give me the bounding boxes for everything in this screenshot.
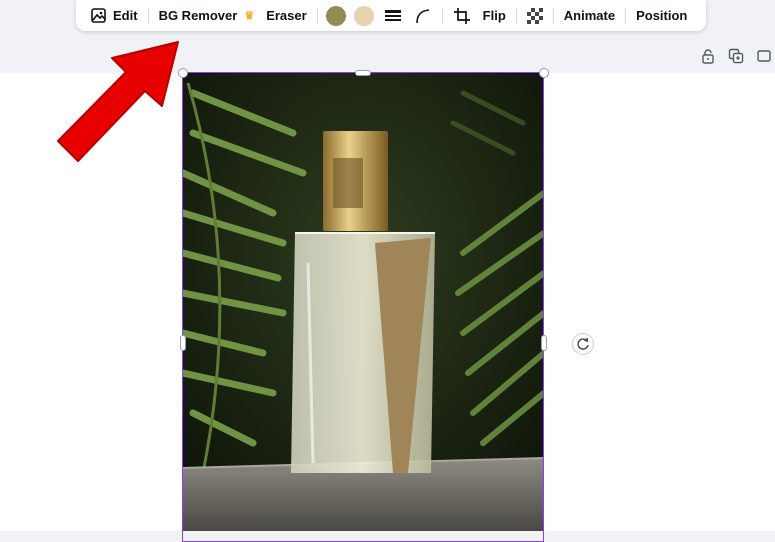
edit-button[interactable]: Edit xyxy=(84,3,144,29)
toolbar-divider xyxy=(625,7,627,24)
eraser-label: Eraser xyxy=(266,8,307,23)
flip-label: Flip xyxy=(482,8,506,23)
lock-icon[interactable] xyxy=(700,48,716,64)
duplicate-icon[interactable] xyxy=(728,48,744,64)
corner-rounding-icon xyxy=(415,8,429,23)
border-style-icon xyxy=(384,9,401,21)
color-swatch-beige[interactable] xyxy=(353,5,374,26)
animate-label: Animate xyxy=(563,8,616,23)
toolbar-divider xyxy=(441,7,443,24)
resize-handle-top[interactable] xyxy=(355,70,371,76)
resize-handle-top-right[interactable] xyxy=(539,68,549,78)
edit-image-icon xyxy=(91,7,106,23)
edit-label: Edit xyxy=(113,8,138,23)
border-style-button[interactable] xyxy=(378,3,408,29)
bg-remover-button[interactable]: BG Remover ♛ xyxy=(153,3,261,29)
annotation-arrow xyxy=(57,41,179,162)
selected-image[interactable] xyxy=(183,73,544,531)
corner-rounding-button[interactable] xyxy=(408,3,438,29)
rotate-icon xyxy=(577,337,589,350)
animate-button[interactable]: Animate xyxy=(558,3,621,29)
rotate-handle[interactable] xyxy=(572,333,594,355)
position-label: Position xyxy=(636,8,688,23)
page-actions xyxy=(700,48,772,64)
context-toolbar: Edit BG Remover ♛ Eraser Flip Animate Po… xyxy=(76,0,706,31)
crown-icon: ♛ xyxy=(244,10,255,22)
toolbar-divider xyxy=(515,7,517,24)
toolbar-divider xyxy=(552,7,554,24)
bg-remover-label: BG Remover xyxy=(158,8,238,23)
resize-handle-left[interactable] xyxy=(180,335,186,351)
toolbar-divider xyxy=(147,7,149,24)
crop-icon xyxy=(453,7,470,24)
perfume-photo xyxy=(183,73,544,531)
toolbar-divider xyxy=(316,7,318,24)
add-page-icon[interactable] xyxy=(756,48,772,64)
resize-handle-right[interactable] xyxy=(541,335,547,351)
position-button[interactable]: Position xyxy=(630,3,693,29)
color-swatch-olive[interactable] xyxy=(325,5,346,26)
transparency-button[interactable] xyxy=(521,3,549,29)
flip-button[interactable]: Flip xyxy=(477,3,512,29)
crop-button[interactable] xyxy=(447,3,477,29)
eraser-button[interactable]: Eraser xyxy=(260,3,312,29)
transparency-icon xyxy=(526,7,543,24)
